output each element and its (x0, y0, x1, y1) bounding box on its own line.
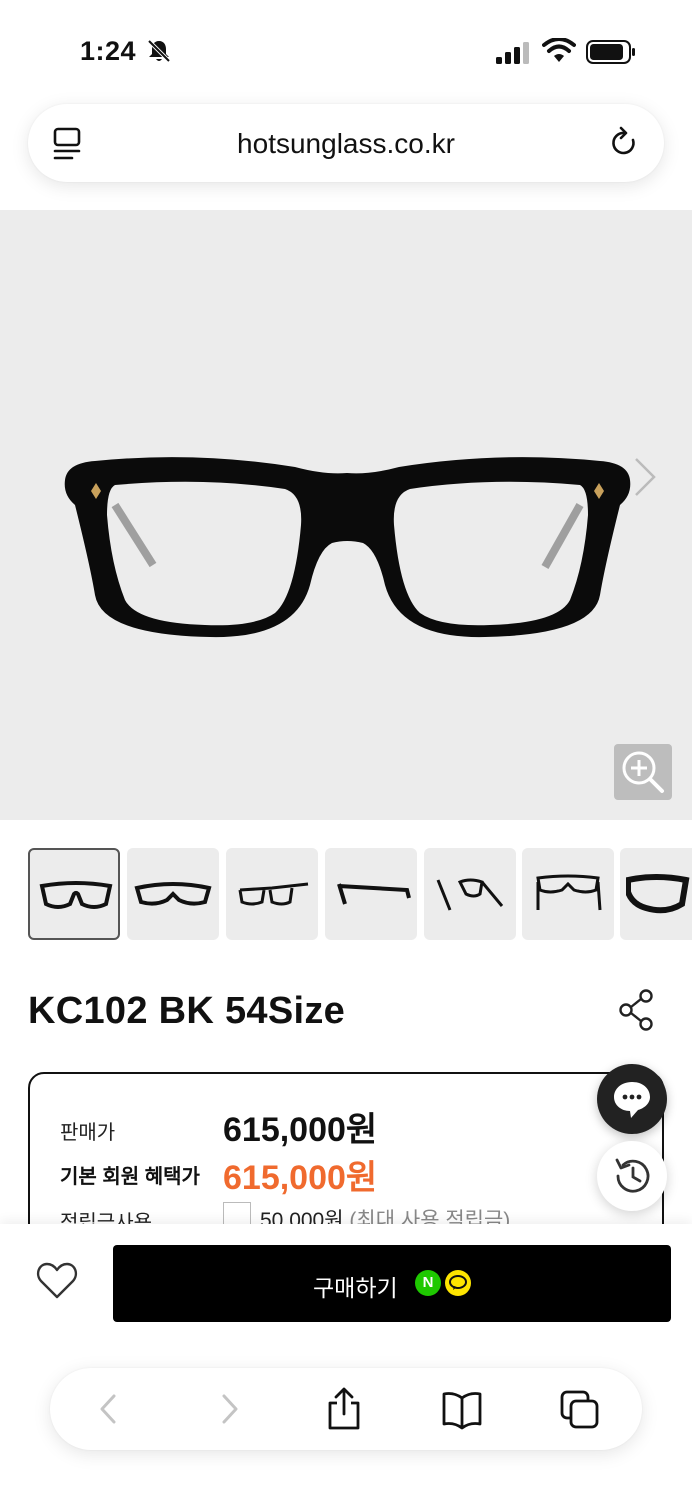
battery-icon (586, 40, 635, 64)
toolbar-pill (50, 1368, 642, 1450)
forward-icon[interactable] (206, 1386, 250, 1432)
kakao-pay-icon (445, 1270, 471, 1296)
recent-history-button[interactable] (597, 1141, 667, 1211)
wifi-icon (542, 38, 576, 62)
buy-button-label: 구매하기 (313, 1275, 398, 1301)
member-price-label: 기본 회원 혜택가 (60, 1166, 200, 1188)
member-price-value: 615,000원 (223, 1159, 378, 1197)
chat-button[interactable] (597, 1064, 667, 1134)
browser-toolbar (0, 1344, 692, 1500)
signal-icon (496, 42, 529, 64)
zoom-button[interactable] (614, 744, 672, 800)
thumbnail-5[interactable] (424, 848, 516, 940)
product-main-image[interactable] (0, 210, 692, 820)
thumbnail-6[interactable] (522, 848, 614, 940)
zoom-in-icon (622, 751, 664, 793)
heart-icon[interactable] (36, 1262, 78, 1300)
back-icon[interactable] (88, 1386, 132, 1432)
history-icon (615, 1158, 650, 1193)
naver-pay-icon: N (415, 1270, 441, 1296)
thumbnail-2[interactable] (127, 848, 219, 940)
chevron-right-icon[interactable] (630, 455, 660, 499)
bell-slash-icon (147, 39, 171, 63)
purchase-bar: 구매하기 N (0, 1224, 692, 1344)
price-label: 판매가 (60, 1122, 116, 1144)
share-sheet-icon[interactable] (322, 1386, 366, 1432)
url-text[interactable]: hotsunglass.co.kr (28, 128, 664, 160)
address-bar[interactable]: hotsunglass.co.kr (28, 104, 664, 182)
price-value: 615,000원 (223, 1111, 378, 1149)
bookmarks-icon[interactable] (440, 1386, 484, 1432)
status-time: 1:24 (80, 36, 137, 66)
address-bar-area: hotsunglass.co.kr (0, 100, 692, 210)
thumbnail-1[interactable] (28, 848, 120, 940)
status-bar: 1:24 (0, 0, 692, 100)
reload-icon[interactable] (608, 126, 640, 160)
thumbnail-3[interactable] (226, 848, 318, 940)
share-icon[interactable] (616, 988, 656, 1032)
thumbnail-4[interactable] (325, 848, 417, 940)
thumbnail-7[interactable] (620, 848, 692, 940)
product-title: KC102 BK 54Size (28, 990, 346, 1032)
chat-bubble-icon (614, 1082, 650, 1118)
tabs-icon[interactable] (558, 1386, 602, 1432)
glasses-image (64, 457, 631, 638)
buy-button[interactable]: 구매하기 N (113, 1245, 671, 1322)
thumbnail-strip (0, 848, 692, 942)
